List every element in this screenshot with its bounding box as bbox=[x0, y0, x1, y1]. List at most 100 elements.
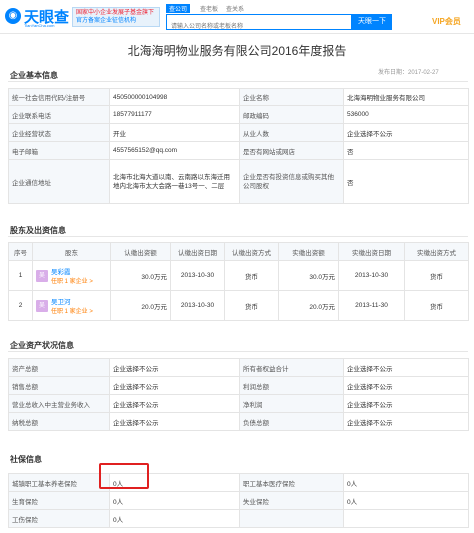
tab-relation[interactable]: 查关系 bbox=[226, 4, 244, 13]
paid-method: 货币 bbox=[404, 260, 469, 291]
shareholder-cell: 吴 吴彩霞 任职 1 家企业 > bbox=[32, 260, 111, 291]
value: 企业选择不公示 bbox=[109, 412, 240, 431]
table-row: 城镇职工基本养老保险 0人 职工基本医疗保险 0人 bbox=[8, 473, 469, 492]
label: 城镇职工基本养老保险 bbox=[8, 473, 110, 492]
value: 北海海明物业服务有限公司 bbox=[343, 88, 469, 106]
label: 统一社会信用代码/注册号 bbox=[8, 88, 110, 106]
label: 利润总额 bbox=[239, 376, 344, 395]
table-row: 销售总额 企业选择不公示 利润总额 企业选择不公示 bbox=[8, 376, 469, 395]
table-row: 工伤保险 0人 bbox=[8, 509, 469, 528]
value: 0人 bbox=[109, 509, 240, 528]
table-row: 营业总收入中主营业务收入 企业选择不公示 净利润 企业选择不公示 bbox=[8, 394, 469, 413]
value: 企业选择不公示 bbox=[343, 358, 469, 377]
divider bbox=[8, 351, 468, 352]
row-number: 2 bbox=[8, 290, 33, 321]
value: 企业选择不公示 bbox=[343, 376, 469, 395]
table-row: 企业联系电话 18577911177 邮政编码 536000 bbox=[8, 105, 469, 124]
label: 是否有网站或网店 bbox=[239, 141, 344, 160]
label: 职工基本医疗保险 bbox=[239, 473, 344, 492]
paid-date: 2013-10-30 bbox=[338, 260, 405, 291]
label bbox=[239, 509, 344, 528]
value: 536000 bbox=[343, 105, 469, 124]
logo-subtext: TianYanCha.com bbox=[24, 23, 55, 28]
table-row: 2 吴 吴卫河 任职 1 家企业 > 20.0万元 2013-10-30 货币 … bbox=[8, 290, 469, 321]
label: 失业保险 bbox=[239, 491, 344, 510]
value: 4557565152@qq.com bbox=[109, 141, 240, 160]
column-header: 实缴出资日期 bbox=[338, 242, 405, 261]
label: 销售总额 bbox=[8, 376, 110, 395]
table-row: 资产总额 企业选择不公示 所有者权益合计 企业选择不公示 bbox=[8, 358, 469, 377]
shareholders-table: 序号 股东 认缴出资额 认缴出资日期 认缴出资方式 实缴出资额 实缴出资日期 实… bbox=[8, 242, 469, 321]
table-row: 生育保险 0人 失业保险 0人 bbox=[8, 491, 469, 510]
shareholder-name-link[interactable]: 吴彩霞 bbox=[51, 266, 93, 276]
label: 企业经营状态 bbox=[8, 123, 110, 142]
highlight-box bbox=[99, 463, 149, 489]
table-row: 1 吴 吴彩霞 任职 1 家企业 > 30.0万元 2013-10-30 货币 … bbox=[8, 260, 469, 291]
label: 从业人数 bbox=[239, 123, 344, 142]
row-number: 1 bbox=[8, 260, 33, 291]
subscribed-date: 2013-10-30 bbox=[170, 290, 225, 321]
paid-method: 货币 bbox=[404, 290, 469, 321]
assets-table: 资产总额 企业选择不公示 所有者权益合计 企业选择不公示 销售总额 企业选择不公… bbox=[8, 358, 469, 431]
table-header-row: 序号 股东 认缴出资额 认缴出资日期 认缴出资方式 实缴出资额 实缴出资日期 实… bbox=[8, 242, 469, 261]
banner-line-1: 国家中小企业发展子基金旗下 bbox=[76, 10, 155, 16]
shareholder-cell: 吴 吴卫河 任职 1 家企业 > bbox=[32, 290, 111, 321]
paid-amount: 20.0万元 bbox=[278, 290, 339, 321]
label: 生育保险 bbox=[8, 491, 110, 510]
social-insurance-table: 城镇职工基本养老保险 0人 职工基本医疗保险 0人 生育保险 0人 失业保险 0… bbox=[8, 473, 469, 528]
value: 企业选择不公示 bbox=[343, 394, 469, 413]
vip-link[interactable]: VIP会员 bbox=[432, 16, 461, 27]
value: 企业选择不公示 bbox=[109, 358, 240, 377]
section-title-assets: 企业资产状况信息 bbox=[10, 341, 74, 350]
label: 企业名称 bbox=[239, 88, 344, 106]
subscribed-amount: 30.0万元 bbox=[110, 260, 171, 291]
tab-boss[interactable]: 查老板 bbox=[200, 4, 218, 13]
top-header: ◉ 天眼查 TianYanCha.com 国家中小企业发展子基金旗下 官方备案企… bbox=[0, 0, 474, 34]
section-title-basic: 企业基本信息 bbox=[10, 71, 58, 80]
value: 开业 bbox=[109, 123, 240, 142]
shareholder-info: 吴卫河 任职 1 家企业 > bbox=[51, 296, 93, 315]
search-button[interactable]: 天眼一下 bbox=[352, 14, 392, 30]
label: 负债总额 bbox=[239, 412, 344, 431]
value: 0人 bbox=[343, 473, 469, 492]
label: 净利润 bbox=[239, 394, 344, 413]
avatar: 吴 bbox=[36, 299, 48, 312]
tab-company[interactable]: 查公司 bbox=[166, 4, 191, 13]
logo[interactable]: ◉ 天眼查 TianYanCha.com bbox=[5, 6, 69, 28]
value: 否 bbox=[343, 159, 469, 204]
value: 否 bbox=[343, 141, 469, 160]
certification-banner: 国家中小企业发展子基金旗下 官方备案企业征信机构 bbox=[72, 7, 160, 27]
column-header: 实缴出资额 bbox=[278, 242, 339, 261]
column-header: 认缴出资额 bbox=[110, 242, 171, 261]
subscribed-method: 货币 bbox=[224, 290, 279, 321]
label: 纳税总额 bbox=[8, 412, 110, 431]
positions-link[interactable]: 任职 1 家企业 > bbox=[51, 276, 93, 285]
label: 营业总收入中主营业务收入 bbox=[8, 394, 110, 413]
column-header: 认缴出资日期 bbox=[170, 242, 225, 261]
table-row: 企业通信地址 北海市北海大道以南、云南路以东海迁用地内北海市太大会路一巷13号一… bbox=[8, 159, 469, 204]
basic-info-table: 统一社会信用代码/注册号 450500000104998 企业名称 北海海明物业… bbox=[8, 88, 469, 204]
column-header: 股东 bbox=[32, 242, 111, 261]
search-box bbox=[166, 14, 352, 34]
column-header: 认缴出资方式 bbox=[224, 242, 279, 261]
table-row: 企业经营状态 开业 从业人数 企业选择不公示 bbox=[8, 123, 469, 142]
search-input[interactable] bbox=[167, 20, 351, 34]
shareholder-name-link[interactable]: 吴卫河 bbox=[51, 296, 93, 306]
shareholder-info: 吴彩霞 任职 1 家企业 > bbox=[51, 266, 93, 285]
value: 18577911177 bbox=[109, 105, 240, 124]
value bbox=[343, 509, 469, 528]
label: 所有者权益合计 bbox=[239, 358, 344, 377]
table-row: 电子邮箱 4557565152@qq.com 是否有网站或网店 否 bbox=[8, 141, 469, 160]
divider bbox=[8, 236, 468, 237]
value: 企业选择不公示 bbox=[109, 394, 240, 413]
subscribed-method: 货币 bbox=[224, 260, 279, 291]
value: 企业选择不公示 bbox=[343, 123, 469, 142]
label: 企业联系电话 bbox=[8, 105, 110, 124]
section-title-shareholders: 股东及出资信息 bbox=[10, 226, 66, 235]
label: 企业是否有投资信息或购买其他公司股权 bbox=[239, 159, 344, 204]
page-title: 北海海明物业服务有限公司2016年度报告 bbox=[127, 44, 347, 58]
positions-link[interactable]: 任职 1 家企业 > bbox=[51, 306, 93, 315]
subscribed-amount: 20.0万元 bbox=[110, 290, 171, 321]
divider bbox=[8, 81, 468, 82]
value: 450500000104998 bbox=[109, 88, 240, 106]
